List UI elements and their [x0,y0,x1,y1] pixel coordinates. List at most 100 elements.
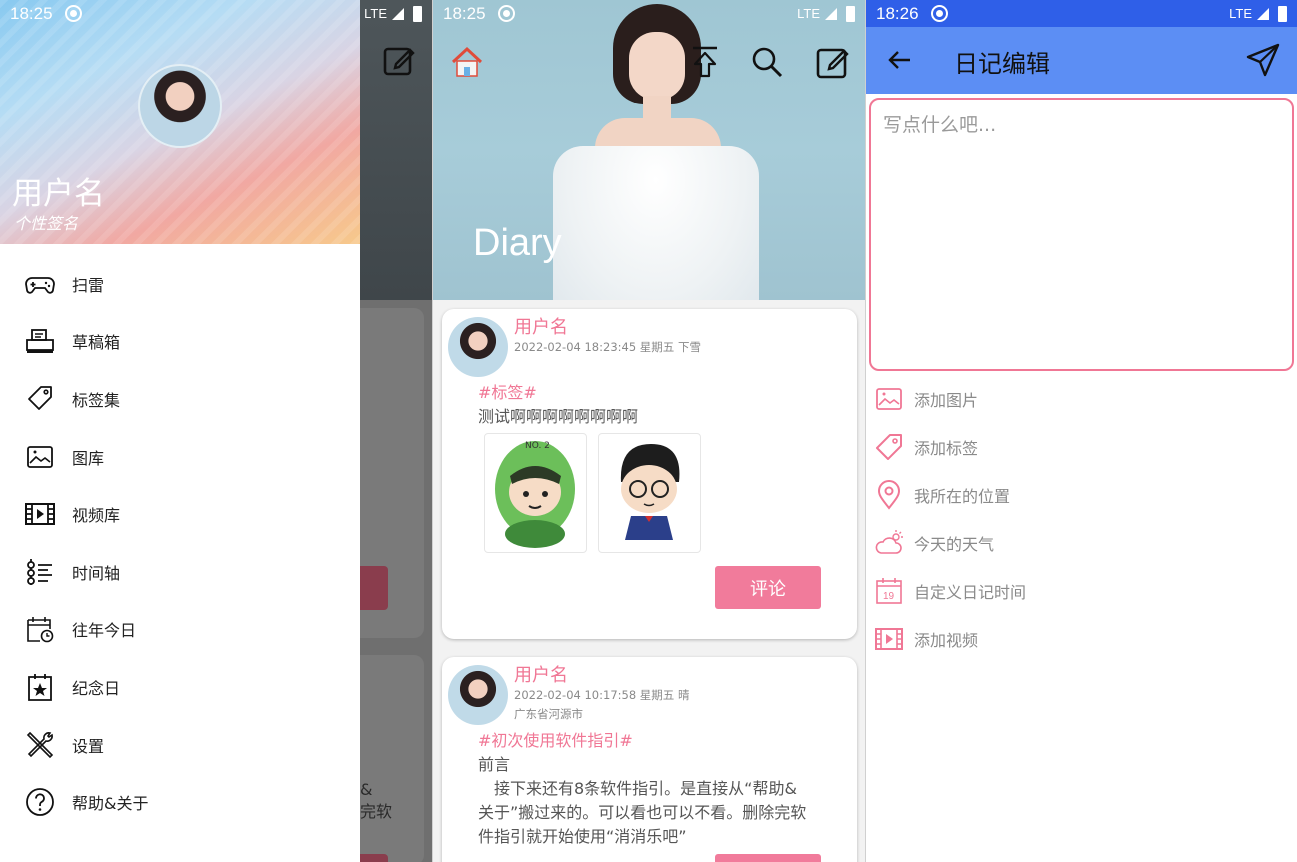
menu-item-label: 扫雷 [72,275,105,295]
option-weather[interactable]: 今天的天气 [866,519,1297,567]
dimmed-text: 完软 [360,802,393,821]
option-location[interactable]: 我所在的位置 [866,471,1297,519]
post-meta: 2022-02-04 18:23:45 星期五 下雪 [514,340,701,354]
menu-item-on-this-day[interactable]: 往年今日 [0,601,360,659]
star-badge-icon [28,673,52,701]
menu-item-settings[interactable]: 设置 [0,716,360,774]
diary-feed[interactable]: 用户名 2022-02-04 18:23:45 星期五 下雪 #标签# 测试啊啊… [433,300,865,862]
signal-icon [1257,7,1269,20]
menu-item-label: 视频库 [72,506,121,526]
post-body-line: 接下来还有8条软件指引。是直接从“帮助& [478,779,797,798]
option-add-tag[interactable]: 添加标签 [866,423,1297,471]
battery-icon [413,5,422,22]
menu-item-videos[interactable]: 视频库 [0,485,360,543]
menu-item-label: 纪念日 [72,678,121,698]
option-label: 我所在的位置 [914,487,1011,506]
post-username: 用户名 [514,665,568,686]
menu-item-label: 标签集 [72,390,121,410]
status-right: LTE [797,5,855,22]
option-label: 自定义日记时间 [914,583,1027,602]
edit-icon[interactable] [815,44,851,80]
back-arrow-icon[interactable] [886,46,914,74]
menu-item-gallery[interactable]: 图库 [0,428,360,486]
drawer-header: 用户名 个性签名 [0,0,360,244]
menu-item-minesweeper[interactable]: 扫雷 [0,255,360,313]
post-image[interactable]: NO. 2 [484,433,587,553]
status-right: LTE [364,5,422,22]
page-title: Diary [473,222,562,264]
sync-icon [64,5,82,22]
post-body-line: 前言 [478,755,511,774]
sync-icon [497,5,515,22]
post-tag[interactable]: #标签# [478,379,537,403]
option-label: 今天的天气 [914,535,995,554]
page-title: 日记编辑 [954,50,1050,78]
post-username: 用户名 [514,317,568,338]
tools-icon [26,731,54,758]
battery-icon [846,5,855,22]
post-tag[interactable]: #初次使用软件指引# [478,727,633,751]
avatar[interactable] [138,64,222,148]
status-right: LTE [1229,5,1287,22]
hero-header: Diary [433,0,865,300]
status-bar: 18:26 LTE [866,0,1297,27]
svg-text:NO. 2: NO. 2 [525,441,550,451]
menu-item-help-about[interactable]: 帮助&关于 [0,773,360,831]
post-image[interactable] [598,433,701,553]
status-time: 18:26 [876,3,919,23]
hero-photo [553,146,759,300]
post-body: 测试啊啊啊啊啊啊啊啊 [478,407,639,426]
diary-text-input[interactable] [871,100,1292,369]
option-add-video[interactable]: 添加视频 [866,615,1297,663]
menu-item-label: 往年今日 [72,621,137,641]
send-icon[interactable] [1245,42,1281,78]
edit-icon [383,47,415,76]
comment-button[interactable]: 评论 [715,566,821,609]
avatar[interactable] [448,665,508,725]
scroll-to-top-icon[interactable] [687,44,723,80]
search-icon[interactable] [749,44,785,80]
network-type: LTE [797,6,820,21]
menu-item-label: 时间轴 [72,563,121,583]
status-bar: 18:25 LTE [0,0,432,27]
gamepad-icon [25,276,55,294]
comment-button[interactable]: 评论 [715,854,821,862]
signal-icon [825,7,837,20]
menu-item-label: 设置 [72,736,105,756]
option-custom-time[interactable]: 19 自定义日记时间 [866,567,1297,615]
film-icon [25,503,55,526]
home-icon[interactable] [449,44,485,80]
diary-text-area-frame [869,98,1294,371]
signature: 个性签名 [14,214,79,233]
add-tag-icon [876,434,902,460]
location-icon [877,480,901,510]
menu-item-tags[interactable]: 标签集 [0,370,360,428]
menu-item-anniversary[interactable]: 纪念日 [0,658,360,716]
menu-item-drafts[interactable]: 草稿箱 [0,313,360,371]
hero-photo [595,118,721,148]
network-type: LTE [364,6,387,21]
status-time: 18:25 [10,3,53,23]
editor-options: 添加图片 添加标签 我所在的位置 今天的天气 19 自定义日记时间 添加视频 [866,375,1297,663]
menu-item-label: 图库 [72,448,105,468]
status-bar: 18:25 LTE [433,0,865,27]
option-label: 添加标签 [914,439,979,458]
option-label: 添加图片 [914,391,979,410]
username: 用户名 [12,176,105,212]
help-icon [26,788,54,817]
diary-card[interactable]: 用户名 2022-02-04 10:17:58 星期五 晴 广东省河源市 #初次… [442,657,857,862]
post-body-line: 关于”搬过来的。可以看也可以不看。删除完软 [478,803,807,822]
avatar[interactable] [448,317,508,377]
hero-photo [629,32,685,100]
post-location: 广东省河源市 [514,707,583,721]
calendar-day: 19 [883,591,895,602]
image-icon [27,445,53,468]
diary-card[interactable]: 用户名 2022-02-04 18:23:45 星期五 下雪 #标签# 测试啊啊… [442,309,857,639]
option-add-image[interactable]: 添加图片 [866,375,1297,423]
post-meta: 2022-02-04 10:17:58 星期五 晴 [514,688,690,702]
video-icon [875,628,903,650]
avatar-frog-icon: NO. 2 [495,441,575,548]
sync-icon [930,5,948,22]
menu-item-timeline[interactable]: 时间轴 [0,543,360,601]
menu-item-label: 帮助&关于 [72,794,149,814]
